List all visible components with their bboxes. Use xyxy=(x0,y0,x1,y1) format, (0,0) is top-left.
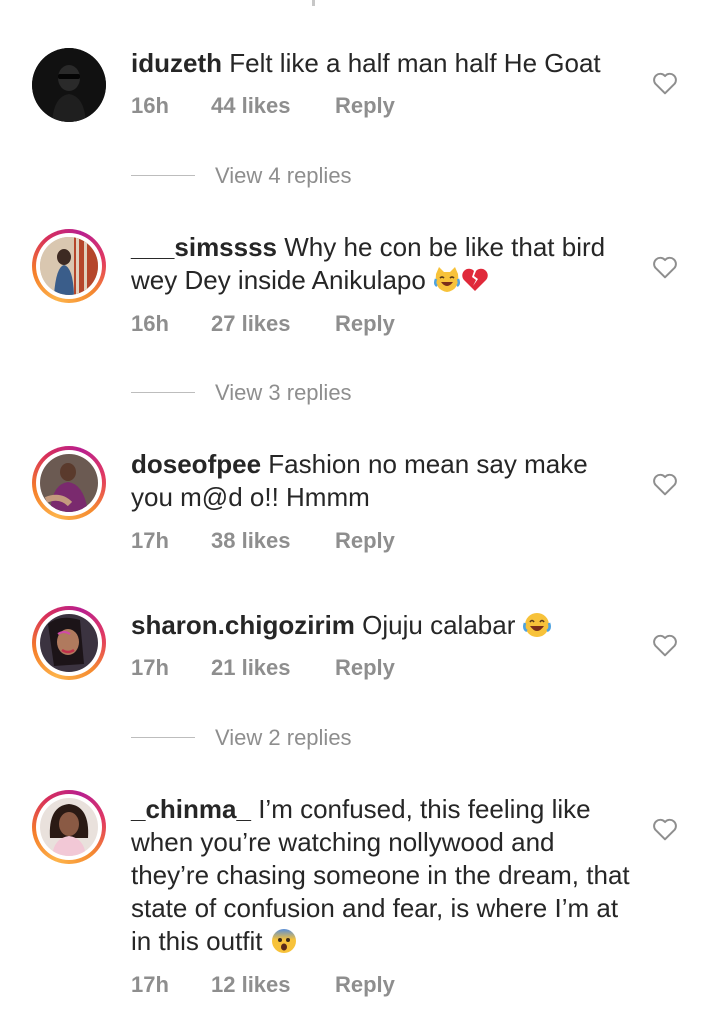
reply-button[interactable]: Reply xyxy=(335,311,395,337)
comment-meta: 17h 21 likes Reply xyxy=(131,655,395,681)
reply-button[interactable]: Reply xyxy=(335,528,395,554)
comment-meta: 17h 38 likes Reply xyxy=(131,528,395,554)
timestamp[interactable]: 16h xyxy=(131,93,211,119)
timestamp[interactable]: 17h xyxy=(131,528,211,554)
view-replies-label: View 2 replies xyxy=(215,725,352,750)
comment-text: Felt like a half man half He Goat xyxy=(229,48,601,78)
avatar[interactable] xyxy=(32,606,106,680)
divider-line xyxy=(131,175,195,176)
likes-count[interactable]: 21 likes xyxy=(211,655,335,681)
timestamp[interactable]: 16h xyxy=(131,311,211,337)
timestamp[interactable]: 17h xyxy=(131,655,211,681)
divider-line xyxy=(131,737,195,738)
avatar-photo xyxy=(40,454,98,512)
broken-heart-emoji xyxy=(461,266,489,294)
username-link[interactable]: sharon.chigozirim xyxy=(131,610,355,640)
comment-body: doseofpee Fashion no mean say make you m… xyxy=(131,448,631,514)
comment-meta: 17h 12 likes Reply xyxy=(131,972,395,998)
comment-body: ___simssss Why he con be like that bird … xyxy=(131,231,631,297)
heart-icon[interactable] xyxy=(652,255,678,279)
avatar[interactable] xyxy=(32,446,106,520)
view-replies-label: View 3 replies xyxy=(215,380,352,405)
username-link[interactable]: _chinma_ xyxy=(131,794,251,824)
comment-text: Ojuju calabar xyxy=(362,610,516,640)
comment-body: _chinma_ I’m confused, this feeling like… xyxy=(131,793,631,958)
timestamp[interactable]: 17h xyxy=(131,972,211,998)
heart-icon[interactable] xyxy=(652,71,678,95)
avatar[interactable] xyxy=(32,790,106,864)
avatar-photo xyxy=(40,614,98,672)
avatar[interactable] xyxy=(32,48,106,122)
avatar-photo xyxy=(32,48,106,122)
crying-laughing-cat-emoji xyxy=(433,266,461,294)
avatar[interactable] xyxy=(32,229,106,303)
reply-button[interactable]: Reply xyxy=(335,972,395,998)
avatar-photo xyxy=(40,798,98,856)
comment-body: sharon.chigozirim Ojuju calabar xyxy=(131,609,631,642)
view-replies-label: View 4 replies xyxy=(215,163,352,188)
divider-line xyxy=(131,392,195,393)
fearful-face-emoji xyxy=(270,927,298,955)
username-link[interactable]: iduzeth xyxy=(131,48,222,78)
scroll-indicator xyxy=(312,0,315,6)
username-link[interactable]: ___simssss xyxy=(131,232,277,262)
comment-meta: 16h 44 likes Reply xyxy=(131,93,395,119)
heart-icon[interactable] xyxy=(652,633,678,657)
comment-meta: 16h 27 likes Reply xyxy=(131,311,395,337)
likes-count[interactable]: 27 likes xyxy=(211,311,335,337)
reply-button[interactable]: Reply xyxy=(335,655,395,681)
likes-count[interactable]: 44 likes xyxy=(211,93,335,119)
comment-body: iduzeth Felt like a half man half He Goa… xyxy=(131,47,631,80)
heart-icon[interactable] xyxy=(652,472,678,496)
username-link[interactable]: doseofpee xyxy=(131,449,261,479)
likes-count[interactable]: 38 likes xyxy=(211,528,335,554)
likes-count[interactable]: 12 likes xyxy=(211,972,335,998)
tears-of-joy-emoji xyxy=(522,611,551,639)
avatar-photo xyxy=(40,237,98,295)
reply-button[interactable]: Reply xyxy=(335,93,395,119)
heart-icon[interactable] xyxy=(652,817,678,841)
